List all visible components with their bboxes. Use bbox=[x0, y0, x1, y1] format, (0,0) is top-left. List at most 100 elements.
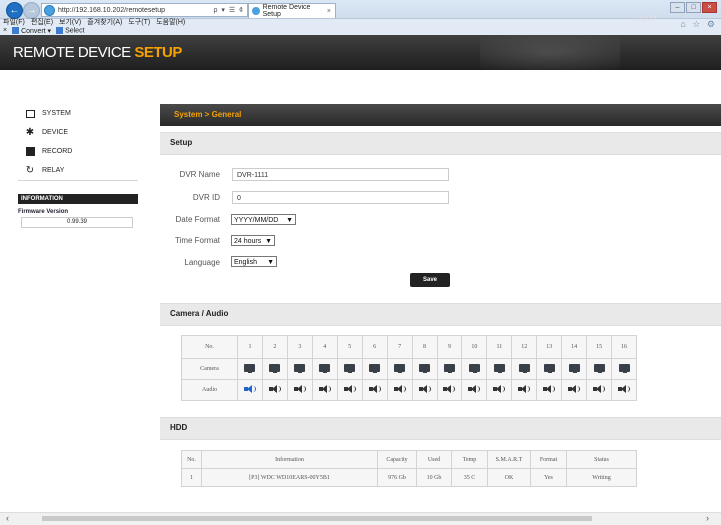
audio-row: Audio bbox=[181, 379, 637, 401]
menu-help[interactable]: 도움말(H) bbox=[156, 17, 185, 27]
language-value: English bbox=[234, 259, 257, 266]
menu-tools[interactable]: 도구(T) bbox=[128, 17, 150, 27]
audio-cell[interactable] bbox=[586, 379, 613, 401]
minimize-icon[interactable]: – bbox=[670, 2, 685, 13]
sidebar-item-system[interactable]: SYSTEM bbox=[18, 104, 138, 124]
speaker-icon bbox=[443, 385, 456, 393]
language-select[interactable]: English ▼ bbox=[231, 256, 277, 267]
audio-cell[interactable] bbox=[511, 379, 538, 401]
scrollbar-thumb[interactable] bbox=[42, 516, 592, 521]
tab-title: Remote Device Setup bbox=[262, 4, 311, 18]
scroll-left-icon[interactable]: ‹ bbox=[6, 513, 9, 523]
date-format-select[interactable]: YYYY/MM/DD ▼ bbox=[231, 214, 296, 225]
menu-favorites[interactable]: 즐겨찾기(A) bbox=[87, 17, 122, 27]
command-close-icon[interactable]: × bbox=[3, 27, 7, 34]
date-format-value: YYYY/MM/DD bbox=[234, 217, 279, 224]
scroll-right-icon[interactable]: › bbox=[706, 513, 709, 523]
favorites-icons[interactable]: ⌂ ☆ ⚙ bbox=[680, 19, 717, 30]
hdd-header-row: No. Information Capacity Used Temp S.M.A… bbox=[181, 450, 637, 469]
chevron-down-icon: ▼ bbox=[267, 259, 274, 266]
hdd-cell-status: Writing bbox=[566, 468, 637, 487]
horizontal-scrollbar[interactable]: ‹ › bbox=[0, 512, 721, 525]
audio-row-label: Audio bbox=[181, 379, 238, 401]
select-button[interactable]: Select bbox=[56, 26, 85, 34]
address-bar[interactable]: http://192.168.10.202/remotesetup ρ ▾ ☰ … bbox=[41, 3, 248, 17]
dvr-id-label: DVR ID bbox=[192, 193, 220, 202]
camera-cell[interactable] bbox=[436, 358, 463, 380]
speaker-icon bbox=[493, 385, 506, 393]
forward-arrow-icon: → bbox=[26, 5, 37, 16]
camera-cell[interactable] bbox=[386, 358, 413, 380]
hdd-table: No. Information Capacity Used Temp S.M.A… bbox=[181, 450, 637, 487]
camera-icon bbox=[294, 364, 306, 373]
camera-cell[interactable] bbox=[486, 358, 513, 380]
camera-icon bbox=[443, 364, 455, 373]
dvr-id-field[interactable]: 0 bbox=[232, 191, 449, 204]
speaker-icon bbox=[318, 385, 331, 393]
camera-cell[interactable] bbox=[511, 358, 538, 380]
audio-cell[interactable] bbox=[361, 379, 388, 401]
hdd-cell-smart: OK bbox=[487, 468, 531, 487]
tab-page-icon bbox=[252, 7, 260, 15]
audio-cell[interactable] bbox=[486, 379, 513, 401]
camera-cell[interactable] bbox=[311, 358, 338, 380]
camera-cell[interactable] bbox=[286, 358, 313, 380]
system-icon bbox=[25, 109, 35, 119]
tab-close-icon[interactable]: × bbox=[327, 8, 331, 15]
audio-cell[interactable] bbox=[336, 379, 363, 401]
audio-cell[interactable] bbox=[536, 379, 563, 401]
audio-cell[interactable] bbox=[561, 379, 588, 401]
hdd-section-header: HDD bbox=[160, 417, 721, 440]
dvr-name-field[interactable]: DVR-1111 bbox=[232, 168, 449, 181]
audio-cell[interactable] bbox=[261, 379, 288, 401]
audio-cell[interactable] bbox=[411, 379, 438, 401]
speaker-icon bbox=[543, 385, 556, 393]
camera-cell[interactable] bbox=[586, 358, 613, 380]
camera-cell[interactable] bbox=[536, 358, 563, 380]
camera-cell[interactable] bbox=[461, 358, 488, 380]
sidebar-item-relay[interactable]: ↻ RELAY bbox=[18, 161, 138, 181]
camera-row: Camera bbox=[181, 358, 637, 380]
camera-icon bbox=[468, 364, 480, 373]
date-format-label: Date Format bbox=[175, 215, 220, 224]
camera-cell[interactable] bbox=[261, 358, 288, 380]
command-bar: × Convert ▾ Select bbox=[3, 26, 85, 35]
header-decoration bbox=[480, 35, 620, 70]
address-url[interactable]: http://192.168.10.202/remotesetup bbox=[58, 7, 214, 14]
audio-cell[interactable] bbox=[461, 379, 488, 401]
camera-cell[interactable] bbox=[361, 358, 388, 380]
camera-cell[interactable] bbox=[237, 358, 263, 380]
address-tools-icons[interactable]: ρ ▾ ☰ ¢ bbox=[214, 6, 245, 14]
sidebar-item-label: SYSTEM bbox=[42, 110, 71, 117]
time-format-select[interactable]: 24 hours ▼ bbox=[231, 235, 275, 246]
maximize-icon[interactable]: □ bbox=[686, 2, 701, 13]
logout-link[interactable]: Log Out bbox=[635, 16, 656, 22]
dvr-name-label: DVR Name bbox=[179, 170, 220, 179]
breadcrumb-bar: System > General bbox=[160, 104, 721, 126]
hdd-cell-information: [P3] WDC WD10EARS-00Y5B1 bbox=[201, 468, 378, 487]
sidebar-item-record[interactable]: RECORD bbox=[18, 142, 138, 162]
no-header: No. bbox=[181, 335, 238, 359]
channel-number: 2 bbox=[261, 335, 288, 359]
audio-cell[interactable] bbox=[611, 379, 637, 401]
sidebar-item-device[interactable]: ✱ DEVICE bbox=[18, 123, 138, 143]
audio-cell[interactable] bbox=[386, 379, 413, 401]
camera-cell[interactable] bbox=[561, 358, 588, 380]
select-icon bbox=[56, 26, 64, 34]
channel-number: 14 bbox=[561, 335, 588, 359]
audio-cell[interactable] bbox=[311, 379, 338, 401]
camera-cell[interactable] bbox=[611, 358, 637, 380]
camera-icon bbox=[369, 364, 381, 373]
browser-tab[interactable]: Remote Device Setup × bbox=[248, 3, 336, 18]
audio-cell[interactable] bbox=[237, 379, 263, 401]
camera-cell[interactable] bbox=[336, 358, 363, 380]
convert-button[interactable]: Convert ▾ bbox=[12, 27, 51, 35]
camera-icon bbox=[269, 364, 281, 373]
camera-cell[interactable] bbox=[411, 358, 438, 380]
window-close-icon[interactable]: × bbox=[702, 2, 717, 13]
speaker-icon bbox=[343, 385, 356, 393]
camera-audio-table: No. 1 2 3 4 5 6 7 8 9 10 11 12 13 14 15 16 Camera Audio bbox=[181, 335, 637, 401]
save-button[interactable]: Save bbox=[410, 273, 450, 287]
audio-cell[interactable] bbox=[286, 379, 313, 401]
audio-cell[interactable] bbox=[436, 379, 463, 401]
